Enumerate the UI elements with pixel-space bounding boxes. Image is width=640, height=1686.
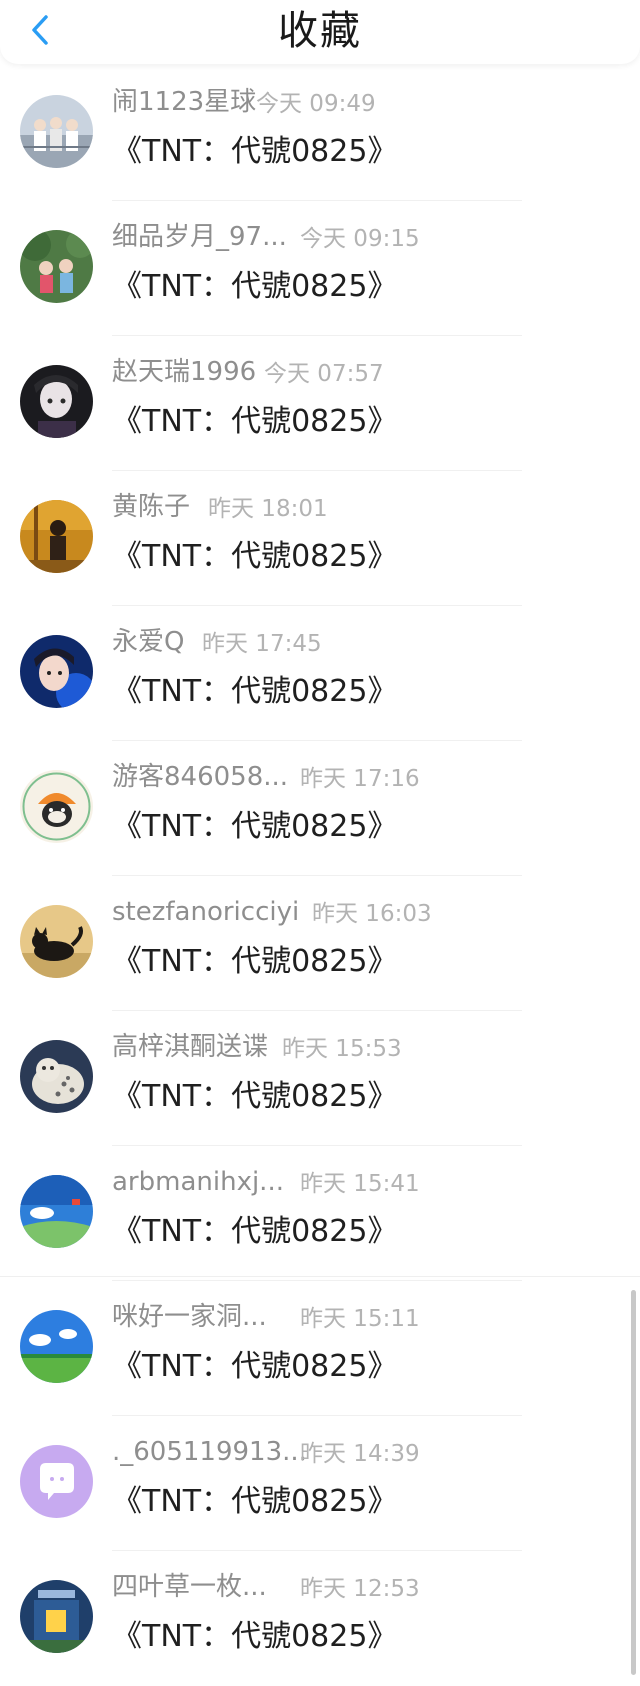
avatar (20, 1580, 93, 1653)
list-item[interactable]: 细品岁月_97... 今天 09:15 《TNT：代號0825》 (0, 201, 640, 336)
avatar (20, 1445, 93, 1518)
item-title: 《TNT：代號0825》 (112, 1079, 398, 1114)
timestamp: 今天 09:15 (300, 226, 420, 252)
item-title: 《TNT：代號0825》 (112, 134, 398, 169)
username: ._605119913... (112, 1437, 307, 1467)
favorites-list: 闹1123星球 今天 09:49 《TNT：代號0825》 细品岁月_97...… (0, 66, 640, 1686)
list-item[interactable]: 永爱Q 昨天 17:45 《TNT：代號0825》 (0, 606, 640, 741)
item-title: 《TNT：代號0825》 (112, 1349, 398, 1384)
item-title: 《TNT：代號0825》 (112, 1214, 398, 1249)
item-title: 《TNT：代號0825》 (112, 539, 398, 574)
timestamp: 昨天 16:03 (312, 901, 432, 927)
timestamp: 昨天 14:39 (300, 1441, 420, 1467)
section-divider (0, 1276, 640, 1277)
timestamp: 昨天 17:45 (202, 631, 322, 657)
list-item[interactable]: stezfanoricciyi 昨天 16:03 《TNT：代號0825》 (0, 876, 640, 1011)
timestamp: 昨天 15:41 (300, 1171, 420, 1197)
item-title: 《TNT：代號0825》 (112, 269, 398, 304)
page-title: 收藏 (278, 8, 362, 54)
scrollbar[interactable] (631, 1290, 636, 1675)
username: arbmanihxj... (112, 1167, 284, 1197)
username: 游客846058... (112, 762, 289, 792)
list-item[interactable]: 四叶草一枚... 昨天 12:53 《TNT：代號0825》 (0, 1551, 640, 1686)
timestamp: 昨天 15:11 (300, 1306, 420, 1332)
list-item[interactable]: arbmanihxj... 昨天 15:41 《TNT：代號0825》 (0, 1146, 640, 1281)
username: stezfanoricciyi (112, 897, 300, 927)
list-item[interactable]: 赵天瑞1996 今天 07:57 《TNT：代號0825》 (0, 336, 640, 471)
list-item[interactable]: 黄陈子 昨天 18:01 《TNT：代號0825》 (0, 471, 640, 606)
timestamp: 昨天 17:16 (300, 766, 420, 792)
avatar (20, 500, 93, 573)
username: 四叶草一枚... (112, 1572, 267, 1602)
timestamp: 今天 07:57 (264, 361, 384, 387)
avatar (20, 230, 93, 303)
avatar (20, 1175, 93, 1248)
username: 咪好一家洞... (112, 1302, 267, 1332)
timestamp: 昨天 15:53 (282, 1036, 402, 1062)
item-title: 《TNT：代號0825》 (112, 809, 398, 844)
timestamp: 昨天 18:01 (208, 496, 328, 522)
username: 闹1123星球 (112, 87, 257, 117)
avatar (20, 635, 93, 708)
item-title: 《TNT：代號0825》 (112, 404, 398, 439)
timestamp: 昨天 12:53 (300, 1576, 420, 1602)
avatar (20, 365, 93, 438)
username: 黄陈子 (112, 492, 191, 522)
item-title: 《TNT：代號0825》 (112, 1484, 398, 1519)
avatar (20, 770, 93, 843)
avatar (20, 1040, 93, 1113)
list-item[interactable]: 咪好一家洞... 昨天 15:11 《TNT：代號0825》 (0, 1281, 640, 1416)
username: 赵天瑞1996 (112, 357, 257, 387)
username: 细品岁月_97... (112, 222, 287, 252)
avatar (20, 1310, 93, 1383)
item-title: 《TNT：代號0825》 (112, 674, 398, 709)
item-title: 《TNT：代號0825》 (112, 1619, 398, 1654)
item-title: 《TNT：代號0825》 (112, 944, 398, 979)
timestamp: 今天 09:49 (256, 91, 376, 117)
top-bar: 收藏 (0, 0, 640, 64)
list-item[interactable]: 高梓淇酮送谍 昨天 15:53 《TNT：代號0825》 (0, 1011, 640, 1146)
list-item[interactable]: 游客846058... 昨天 17:16 《TNT：代號0825》 (0, 741, 640, 876)
avatar (20, 905, 93, 978)
avatar (20, 95, 93, 168)
username: 永爱Q (112, 627, 185, 657)
username: 高梓淇酮送谍 (112, 1032, 269, 1062)
list-item[interactable]: ._605119913... 昨天 14:39 《TNT：代號0825》 (0, 1416, 640, 1551)
list-item[interactable]: 闹1123星球 今天 09:49 《TNT：代號0825》 (0, 66, 640, 201)
